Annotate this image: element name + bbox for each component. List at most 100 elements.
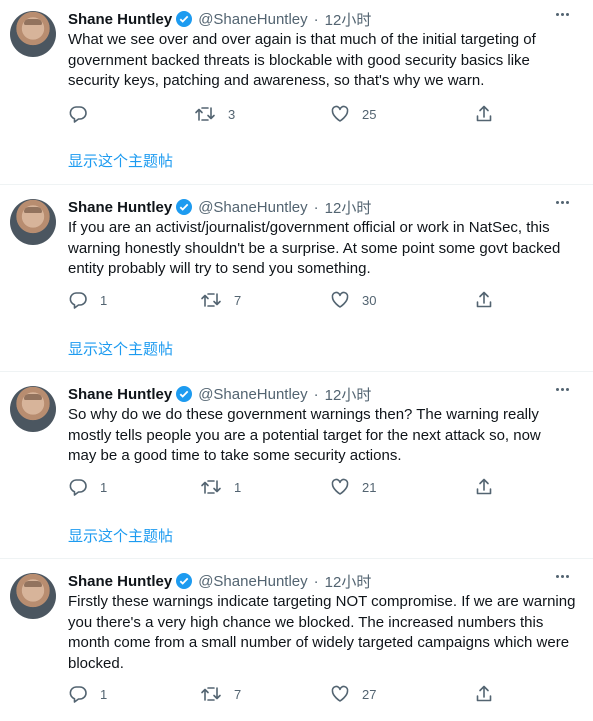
tweet-header: Shane Huntley @ShaneHuntley · 12小时 (68, 196, 371, 218)
retweet-icon (201, 687, 221, 701)
author-handle[interactable]: @ShaneHuntley (198, 573, 307, 590)
share-icon (476, 685, 492, 702)
author-name[interactable]: Shane Huntley (68, 199, 172, 216)
separator-dot: · (313, 10, 319, 28)
tweet-text-line: security keys, patching and awareness, s… (68, 72, 485, 89)
divider (0, 558, 593, 559)
tweet-text-line: you there's a very high chance we blocke… (68, 613, 544, 631)
verified-badge-icon (176, 11, 193, 27)
separator-dot: · (313, 385, 319, 403)
share-button[interactable] (474, 477, 494, 497)
retweet-button[interactable]: 1 (200, 477, 241, 497)
reply-count: 1 (100, 292, 108, 308)
separator-dot: · (313, 572, 319, 590)
like-button[interactable]: 25 (330, 104, 376, 124)
share-icon (476, 478, 492, 495)
like-button[interactable]: 27 (330, 684, 376, 704)
avatar[interactable] (10, 199, 56, 245)
show-thread-link[interactable]: 显示这个主题帖 (68, 338, 173, 359)
more-options-icon[interactable] (556, 388, 569, 391)
retweet-icon (201, 293, 221, 307)
timestamp[interactable]: 12小时 (325, 9, 372, 30)
reply-button[interactable]: 1 (68, 477, 107, 497)
tweet-actions: 3 25 (68, 104, 508, 126)
tweet-text: Firstly these warnings indicate targetin… (68, 592, 580, 674)
retweet-count: 7 (234, 686, 242, 702)
avatar[interactable] (10, 11, 56, 57)
tweet-actions: 1 1 21 (68, 477, 508, 499)
like-button[interactable]: 30 (330, 290, 376, 310)
tweet-text-line: blocked. (68, 654, 124, 672)
author-handle[interactable]: @ShaneHuntley (198, 386, 307, 403)
share-icon (476, 105, 492, 122)
tweet-text-line: If you are an activist/journalist/govern… (68, 219, 550, 236)
verified-badge-icon (176, 386, 193, 402)
tweet-header: Shane Huntley @ShaneHuntley · 12小时 (68, 8, 371, 30)
like-count: 21 (362, 479, 377, 495)
reply-icon (69, 479, 87, 496)
tweet-text: What we see over and over again is that … (68, 30, 580, 92)
like-button[interactable]: 21 (330, 477, 376, 497)
avatar[interactable] (10, 386, 56, 432)
tweet-text-line: warning honestly shouldn't be a surprise… (68, 239, 561, 257)
tweet-header: Shane Huntley @ShaneHuntley · 12小时 (68, 383, 371, 405)
reply-button[interactable] (68, 104, 100, 124)
more-options-icon[interactable] (556, 13, 569, 16)
retweet-icon (195, 107, 215, 121)
author-handle[interactable]: @ShaneHuntley (198, 199, 307, 216)
retweet-icon (201, 480, 221, 494)
timestamp[interactable]: 12小时 (325, 384, 372, 405)
like-count: 25 (362, 106, 377, 122)
share-button[interactable] (474, 104, 494, 124)
retweet-button[interactable]: 7 (200, 290, 241, 310)
retweet-count: 1 (234, 479, 242, 495)
tweet-text-line: Firstly these warnings indicate targetin… (68, 593, 576, 610)
retweet-count: 3 (228, 106, 236, 122)
retweet-button[interactable]: 3 (194, 104, 235, 124)
tweet-text-line: mostly tells people you are a potential … (68, 426, 541, 444)
reply-button[interactable]: 1 (68, 684, 107, 704)
divider (0, 371, 593, 372)
heart-icon (331, 105, 349, 122)
verified-badge-icon (176, 573, 193, 589)
reply-icon (69, 292, 87, 309)
timestamp[interactable]: 12小时 (325, 197, 372, 218)
share-button[interactable] (474, 290, 494, 310)
author-name[interactable]: Shane Huntley (68, 573, 172, 590)
tweet-text-line: government backed threats is blockable w… (68, 51, 530, 69)
avatar[interactable] (10, 573, 56, 619)
author-handle[interactable]: @ShaneHuntley (198, 11, 307, 28)
like-count: 27 (362, 686, 377, 702)
show-thread-link[interactable]: 显示这个主题帖 (68, 150, 173, 171)
retweet-button[interactable]: 7 (200, 684, 241, 704)
tweet-text-line: may be a good time to take some security… (68, 447, 402, 464)
tweet-text-line: What we see over and over again is that … (68, 31, 536, 48)
reply-count: 1 (100, 479, 108, 495)
tweet-actions: 1 7 27 (68, 684, 508, 706)
tweet-actions: 1 7 30 (68, 290, 508, 312)
reply-icon (69, 106, 87, 123)
heart-icon (331, 478, 349, 495)
tweet-text-line: So why do we do these government warning… (68, 406, 539, 423)
separator-dot: · (313, 198, 319, 216)
share-icon (476, 291, 492, 308)
tweet-header: Shane Huntley @ShaneHuntley · 12小时 (68, 570, 371, 592)
tweet-text-line: month come from a small number of widely… (68, 634, 570, 651)
timestamp[interactable]: 12小时 (325, 571, 372, 592)
heart-icon (331, 685, 349, 702)
reply-count: 1 (100, 686, 108, 702)
more-options-icon[interactable] (556, 201, 569, 204)
author-name[interactable]: Shane Huntley (68, 386, 172, 403)
more-options-icon[interactable] (556, 575, 569, 578)
reply-button[interactable]: 1 (68, 290, 107, 310)
like-count: 30 (362, 292, 377, 308)
heart-icon (331, 291, 349, 308)
tweet-text-line: entity probably will try to send you som… (68, 260, 371, 277)
reply-icon (69, 686, 87, 703)
divider (0, 184, 593, 185)
author-name[interactable]: Shane Huntley (68, 11, 172, 28)
share-button[interactable] (474, 684, 494, 704)
retweet-count: 7 (234, 292, 242, 308)
show-thread-link[interactable]: 显示这个主题帖 (68, 525, 173, 546)
tweet-text: So why do we do these government warning… (68, 405, 580, 467)
